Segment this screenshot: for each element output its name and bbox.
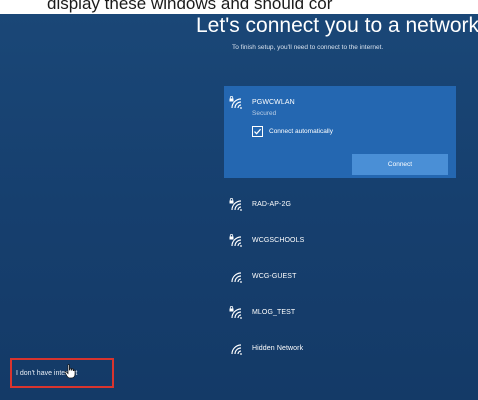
wifi-secured-icon [229,96,244,109]
wifi-secured-icon [229,198,244,211]
connect-automatically-label: Connect automatically [269,128,333,135]
network-item[interactable]: MLOG_TEST [224,296,456,332]
checkmark-icon [254,128,262,135]
network-name: Hidden Network [252,345,304,352]
network-name: RAD-AP-2G [252,201,292,208]
network-item[interactable]: WCGSCHOOLS [224,224,456,260]
page-title: Let's connect you to a network [196,14,478,37]
caption-strip: display these windows and should cor [0,0,478,14]
network-item[interactable]: RAD-AP-2G [224,188,456,224]
connect-automatically-checkbox[interactable] [252,126,263,137]
network-status: Secured [252,110,277,117]
network-item-selected[interactable]: PGWCWLAN Secured Connect automatically C… [224,86,456,178]
hand-cursor-icon [64,364,76,384]
wifi-secured-icon [229,306,244,319]
connect-button[interactable]: Connect [352,154,448,175]
network-name: MLOG_TEST [252,309,296,316]
network-item[interactable]: WCG-GUEST [224,260,456,296]
network-item[interactable]: Hidden Network [224,332,456,368]
wifi-secured-icon [229,234,244,247]
network-list: PGWCWLAN Secured Connect automatically C… [224,86,456,368]
no-internet-link-highlight[interactable]: I don't have internet [10,358,114,388]
wifi-signal-icon [229,270,244,283]
network-name: WCGSCHOOLS [252,237,305,244]
caption-text: display these windows and should cor [47,0,333,13]
network-name: PGWCWLAN [252,99,295,106]
network-name: WCG-GUEST [252,273,297,280]
page-subtitle: To finish setup, you'll need to connect … [232,44,384,51]
wifi-signal-icon [229,342,244,355]
oobe-network-screen: Let's connect you to a network To finish… [0,14,478,400]
